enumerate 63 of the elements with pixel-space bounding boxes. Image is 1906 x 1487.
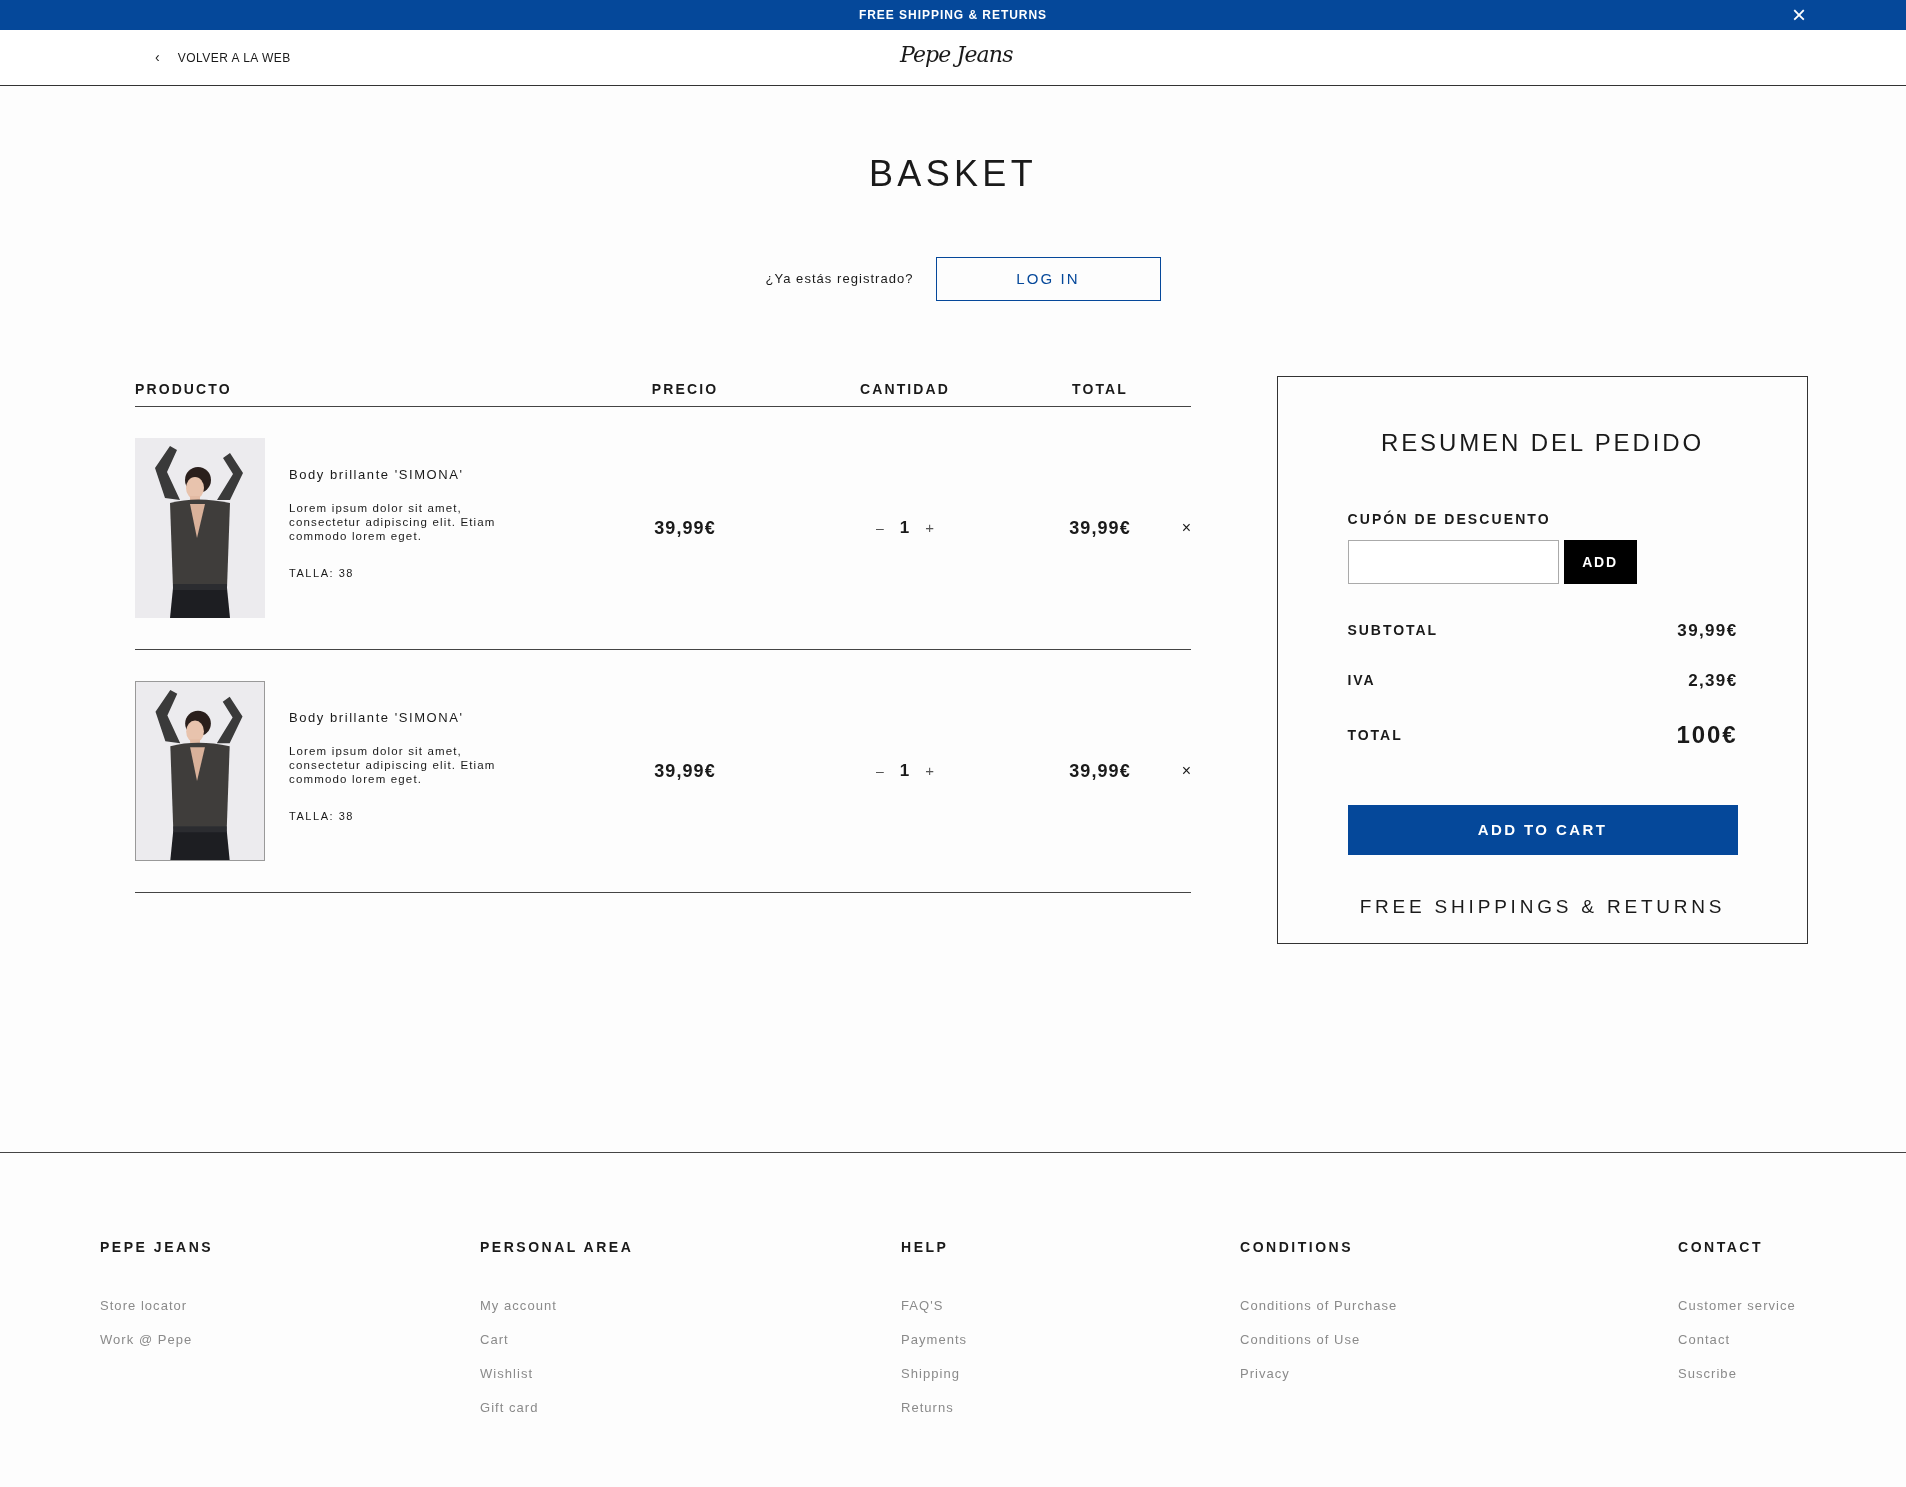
increase-button[interactable]: +: [925, 759, 934, 783]
product-description: Lorem ipsum dolor sit amet, consectetur adipiscing elit. Etiam commodo lorem eget.: [289, 500, 497, 543]
coupon-field[interactable]: [1347, 540, 1559, 584]
product-name: Body brillante 'SIMONA': [289, 466, 465, 484]
coupon-add-button[interactable]: ADD: [1563, 540, 1637, 584]
summary-title: RESUMEN DEL PEDIDO: [1381, 428, 1704, 458]
footer-link[interactable]: Contact: [1678, 1330, 1878, 1349]
price: 39,99€: [653, 516, 717, 540]
product-name: Body brillante 'SIMONA': [289, 709, 465, 727]
back-link[interactable]: VOLVER A LA WEB: [177, 48, 291, 67]
summary-label: SUBTOTAL: [1347, 621, 1439, 641]
footer-heading: HELP: [901, 1238, 950, 1257]
summary-value: 100€: [1676, 720, 1738, 750]
footer-link[interactable]: Suscribe: [1678, 1364, 1878, 1383]
add-to-cart-button[interactable]: ADD TO CART: [1347, 805, 1738, 855]
summary-label: TOTAL: [1347, 725, 1403, 745]
logo[interactable]: Pepe Jeans: [900, 38, 1013, 71]
line-total: 39,99€: [1068, 516, 1132, 540]
decrease-button[interactable]: –: [876, 760, 884, 782]
line-total: 39,99€: [1068, 759, 1132, 783]
column-header: TOTAL: [1071, 379, 1129, 399]
column-header: PRODUCTO: [135, 379, 233, 399]
footer-heading: PERSONAL AREA: [480, 1238, 635, 1257]
footer-link[interactable]: Privacy: [1240, 1364, 1678, 1383]
footer-heading: CONDITIONS: [1240, 1238, 1355, 1257]
page-title: BASKET: [869, 156, 1037, 192]
footer-link[interactable]: Payments: [901, 1330, 1240, 1349]
back-chevron-icon: ‹: [155, 47, 160, 68]
login-prompt: ¿Ya estás registrado?: [765, 270, 914, 289]
column-header: CANTIDAD: [859, 379, 951, 399]
coupon-label: CUPÓN DE DESCUENTO: [1347, 509, 1552, 529]
footer-link[interactable]: Shipping: [901, 1364, 1240, 1383]
increase-button[interactable]: +: [925, 516, 934, 540]
footer-link[interactable]: Cart: [480, 1330, 901, 1349]
summary-value: 39,99€: [1677, 620, 1738, 642]
footer-heading: CONTACT: [1678, 1238, 1765, 1257]
quantity: 1: [899, 517, 910, 540]
product-size: TALLA: 38: [289, 808, 356, 824]
remove-button[interactable]: ×: [1170, 759, 1191, 783]
login-button[interactable]: LOG IN: [935, 257, 1161, 301]
footer-heading: PEPE JEANS: [100, 1238, 215, 1257]
summary-label: IVA: [1347, 670, 1376, 690]
column-header: PRECIO: [650, 379, 720, 399]
close-button[interactable]: ×: [1792, 0, 1806, 30]
shipping-note: FREE SHIPPINGS & RETURNS: [1359, 895, 1726, 919]
footer-link[interactable]: My account: [480, 1296, 901, 1315]
footer-link[interactable]: FAQ'S: [901, 1296, 1240, 1315]
footer-link[interactable]: Customer service: [1678, 1296, 1878, 1315]
summary-value: 2,39€: [1688, 669, 1738, 692]
footer-link[interactable]: Conditions of Use: [1240, 1330, 1678, 1349]
footer-link[interactable]: Work @ Pepe: [100, 1330, 480, 1349]
footer-link[interactable]: Gift card: [480, 1398, 901, 1417]
decrease-button[interactable]: –: [876, 517, 884, 539]
footer-link[interactable]: Conditions of Purchase: [1240, 1296, 1678, 1315]
footer-link[interactable]: Wishlist: [480, 1364, 901, 1383]
product-size: TALLA: 38: [289, 565, 356, 581]
remove-button[interactable]: ×: [1170, 516, 1191, 540]
price: 39,99€: [653, 759, 717, 783]
footer-link[interactable]: Store locator: [100, 1296, 480, 1315]
product-description: Lorem ipsum dolor sit amet, consectetur adipiscing elit. Etiam commodo lorem eget.: [289, 743, 497, 786]
footer-link[interactable]: Returns: [901, 1398, 1240, 1417]
quantity: 1: [899, 760, 910, 783]
promo-text: FREE SHIPPING & RETURNS: [858, 7, 1048, 24]
